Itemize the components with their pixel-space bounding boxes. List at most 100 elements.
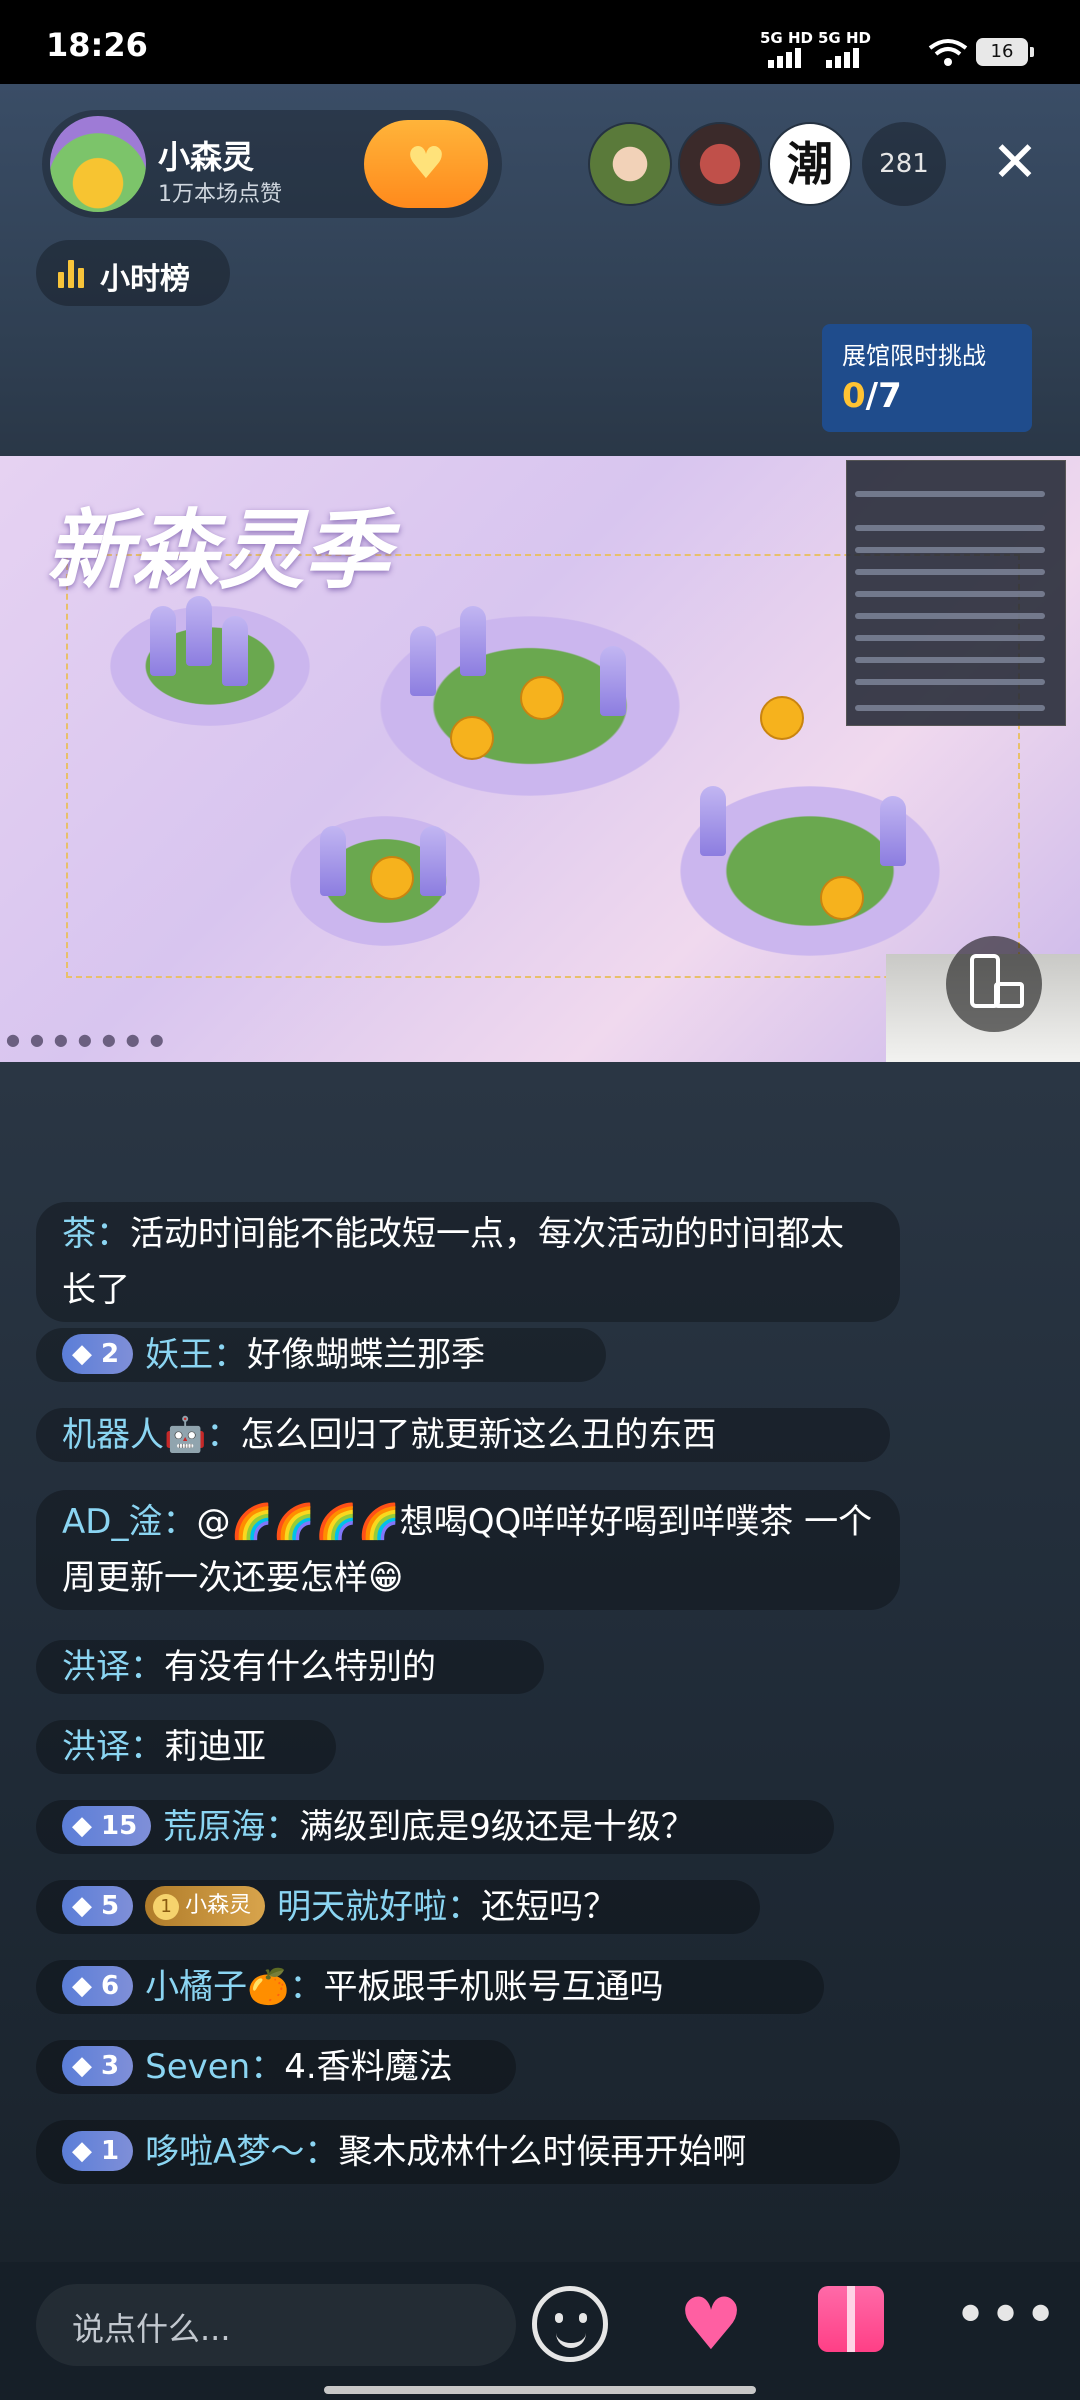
chick-graphic [450,716,494,760]
hourly-rank-button[interactable]: 小时榜 [36,240,230,306]
level-badge: ◆ 2 [62,1333,134,1374]
chat-username[interactable]: 洪译： [62,1647,164,1687]
chat-text: 莉迪亚 [164,1727,266,1767]
chick-graphic [760,696,804,740]
wifi-icon [928,39,968,66]
panel-line [855,591,1045,597]
chat-message[interactable]: 茶：活动时间能不能改短一点，每次活动的时间都太长了 [36,1202,900,1322]
signal-icon [826,44,862,68]
chat-username[interactable]: 洪译： [62,1727,164,1767]
challenge-title: 展馆限时挑战 [842,342,986,370]
lavender-graphic [880,796,906,866]
stream-video[interactable]: 新森灵季 ●●●●●●● [0,456,1080,1062]
battery-indicator: 16 [976,38,1034,66]
status-time: 18:26 [46,26,148,64]
chat-username[interactable]: 哆啦A梦～： [145,2132,338,2172]
chat-text: 平板跟手机账号互通吗 [323,1967,664,2007]
level-badge: ◆ 5 [62,1885,134,1926]
camera-switch-icon[interactable] [946,936,1042,1032]
host-info[interactable]: 小森灵 1万本场点赞 ♥ [42,110,502,218]
follow-button[interactable]: ♥ [364,120,488,208]
lavender-graphic [700,786,726,856]
chat-message[interactable]: ◆ 15 荒原海：满级到底是9级还是十级？ [36,1800,834,1854]
chat-text: 怎么回归了就更新这么丑的东西 [240,1415,717,1455]
hourly-rank-label: 小时榜 [100,262,190,297]
lavender-graphic [150,606,176,676]
heart-plus-icon: ♥ [406,138,446,189]
chat-message[interactable]: 洪译：有没有什么特别的 [36,1640,544,1694]
lavender-graphic [420,826,446,896]
chat-username[interactable]: 荒原海： [163,1807,299,1847]
chat-text: 聚木成林什么时候再开始啊 [338,2132,747,2172]
challenge-card[interactable]: 展馆限时挑战 0/7 [822,324,1032,432]
panel-line [855,491,1045,497]
home-indicator[interactable] [324,2386,756,2394]
host-likes: 1万本场点赞 [158,182,282,207]
chat-message[interactable]: ◆ 6 小橘子🍊：平板跟手机账号互通吗 [36,1960,824,2014]
smile-icon[interactable] [532,2286,608,2362]
panel-line [855,569,1045,575]
chat-username[interactable]: Seven： [145,2047,284,2087]
fan-club-badge: 1 小森灵 [145,1885,266,1926]
stream-banner-title: 新森灵季 [46,501,390,601]
chat-username[interactable]: 茶： [62,1214,130,1254]
lavender-graphic [320,826,346,896]
chat-username[interactable]: 明天就好啦： [277,1887,481,1927]
chat-message[interactable]: ◆ 3 Seven：4.香料魔法 [36,2040,516,2094]
host-name: 小森灵 [158,138,255,176]
viewer-avatar[interactable]: 潮 [768,122,852,206]
panel-line [855,613,1045,619]
signal-icon [768,44,804,68]
challenge-progress: 0/7 [842,376,902,416]
panel-line [855,679,1045,685]
more-icon[interactable]: ••• [954,2286,1057,2362]
lavender-graphic [460,606,486,676]
close-icon[interactable]: ✕ [980,128,1050,198]
chat-message[interactable]: AD_淦：@🌈🌈🌈🌈想喝QQ咩咩好喝到咩噗茶 一个周更新一次还要怎样😁 [36,1490,900,1610]
comment-input[interactable]: 说点什么... [36,2284,516,2366]
gift-icon[interactable] [818,2286,884,2352]
chat-list[interactable]: 茶：活动时间能不能改短一点，每次活动的时间都太长了 ◆ 2 妖王：好像蝴蝶兰那季 … [0,1062,1080,2262]
level-badge: ◆ 1 [62,2130,134,2171]
level-badge: ◆ 6 [62,1965,134,2006]
chat-message[interactable]: 洪译：莉迪亚 [36,1720,336,1774]
chick-graphic [820,876,864,920]
chick-graphic [370,856,414,900]
live-header: 小森灵 1万本场点赞 ♥ 潮 281 ✕ 小时榜 展馆限时挑战 0/7 [0,84,1080,456]
viewer-avatar[interactable] [678,122,762,206]
challenge-total: /7 [865,376,902,416]
panel-line [855,635,1045,641]
bottom-bar: 说点什么... ♥ ••• [0,2262,1080,2400]
lavender-graphic [600,646,626,716]
stream-controls: ●●●●●●● [6,1030,174,1049]
chat-message[interactable]: ◆ 2 妖王：好像蝴蝶兰那季 [36,1328,606,1382]
panel-line [855,525,1045,531]
panel-line [855,705,1045,711]
rank-bars-icon [58,260,84,288]
challenge-current: 0 [842,376,866,416]
host-avatar[interactable] [50,116,146,212]
panel-line [855,547,1045,553]
panel-line [855,657,1045,663]
chat-message[interactable]: ◆ 1 哆啦A梦～：聚木成林什么时候再开始啊 [36,2120,900,2184]
chat-message[interactable]: ◆ 5 1 小森灵 明天就好啦：还短吗？ [36,1880,760,1934]
chat-message[interactable]: 机器人🤖：怎么回归了就更新这么丑的东西 [36,1408,890,1462]
chat-text: 还短吗？ [481,1887,618,1927]
level-badge: ◆ 15 [62,1805,152,1846]
viewer-count[interactable]: 281 [862,122,946,206]
chat-monitor-panel [846,460,1066,726]
chat-text: 满级到底是9级还是十级？ [299,1807,695,1847]
viewer-avatar[interactable] [588,122,672,206]
chat-username[interactable]: 小橘子🍊： [145,1967,323,2007]
chat-username[interactable]: AD_淦： [62,1502,196,1542]
comment-placeholder: 说点什么... [72,2310,231,2348]
chat-username[interactable]: 妖王： [145,1335,247,1375]
status-bar: 18:26 5G HD 5G HD 16 [0,0,1080,84]
like-heart-icon[interactable]: ♥ [672,2288,750,2360]
lavender-graphic [186,596,212,666]
lavender-graphic [222,616,248,686]
chick-graphic [520,676,564,720]
level-badge: ◆ 3 [62,2045,134,2086]
lavender-graphic [410,626,436,696]
chat-username[interactable]: 机器人🤖： [62,1415,240,1455]
